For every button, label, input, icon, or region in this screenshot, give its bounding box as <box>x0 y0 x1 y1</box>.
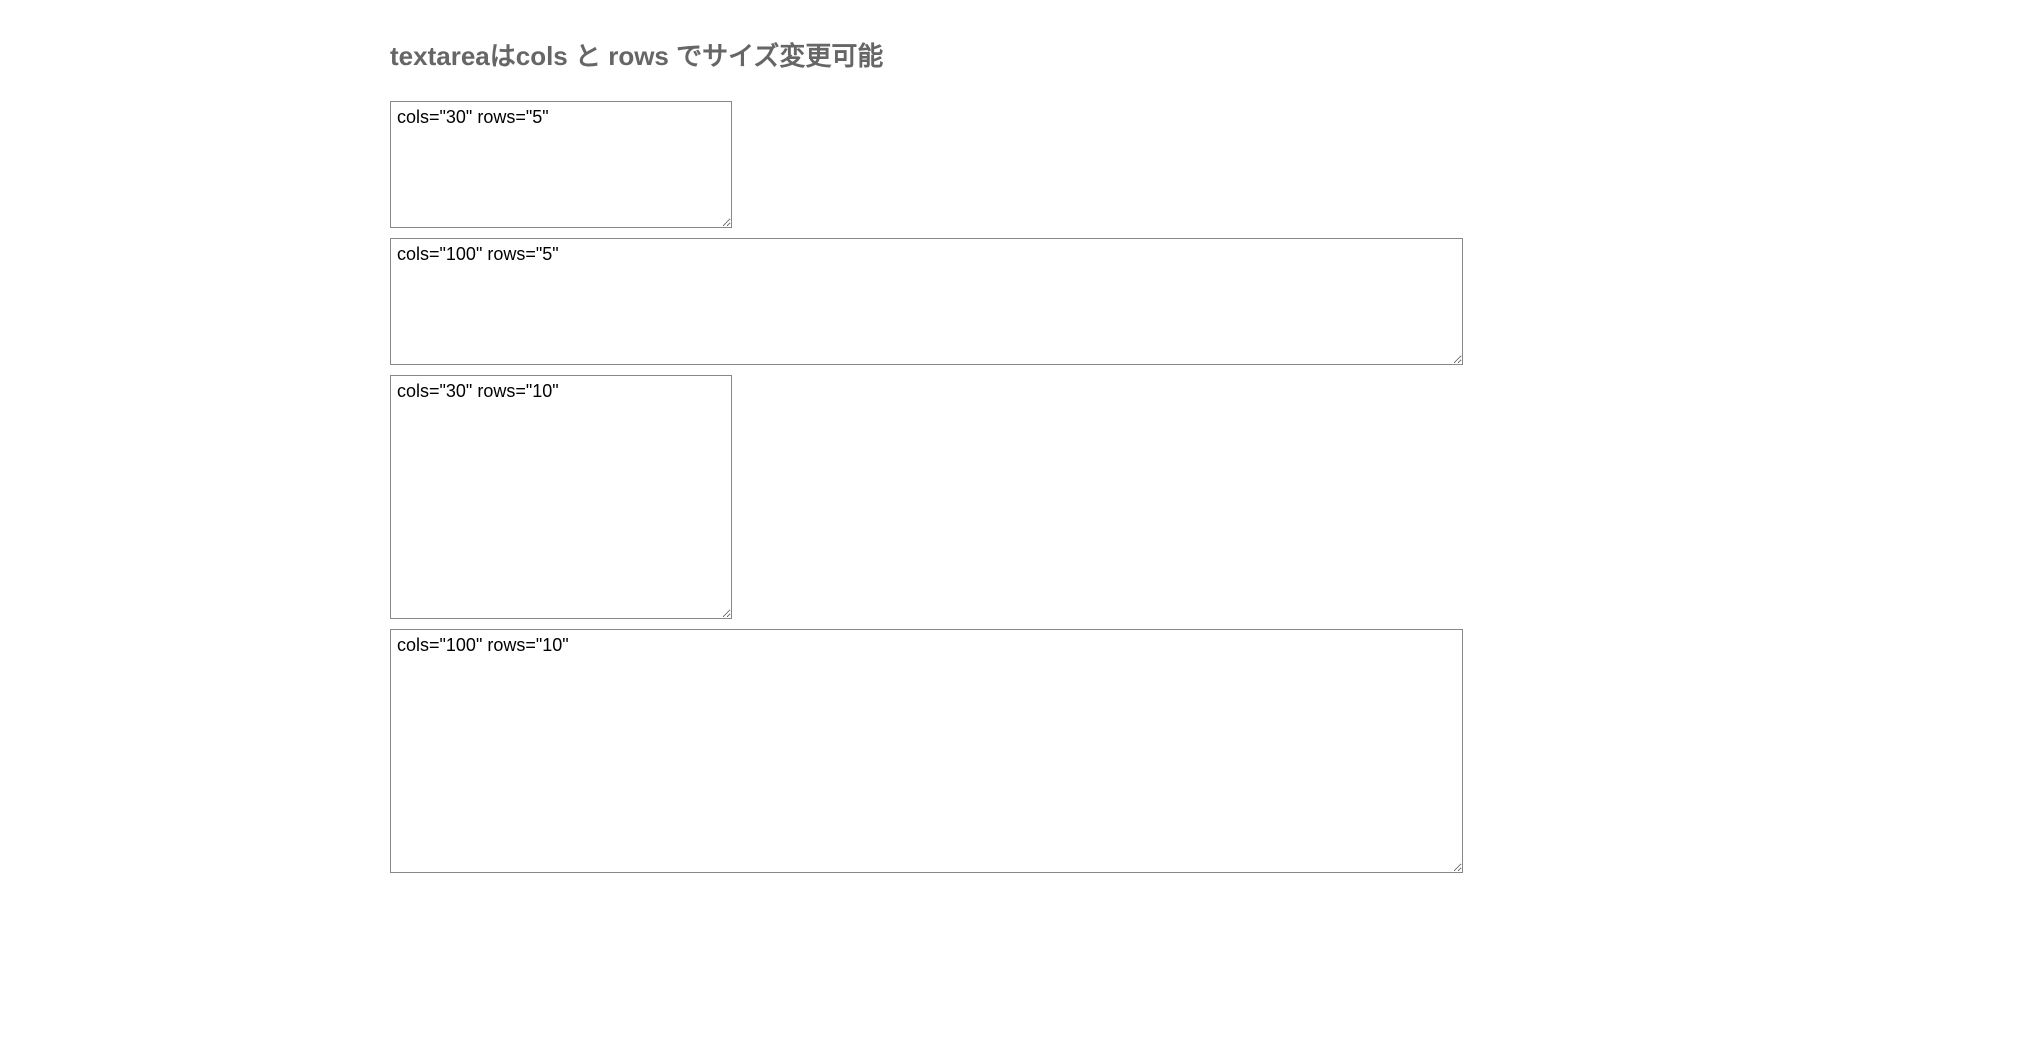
textarea-cols30-rows5[interactable]: cols="30" rows="5" <box>390 101 732 228</box>
textarea-cols100-rows5[interactable]: cols="100" rows="5" <box>390 238 1463 365</box>
textarea-cols30-rows10[interactable]: cols="30" rows="10" <box>390 375 732 619</box>
demo-container: textareaはcols と rows でサイズ変更可能 cols="30" … <box>0 0 2036 873</box>
textarea-cols100-rows10[interactable]: cols="100" rows="10" <box>390 629 1463 873</box>
page-heading: textareaはcols と rows でサイズ変更可能 <box>390 36 2036 73</box>
